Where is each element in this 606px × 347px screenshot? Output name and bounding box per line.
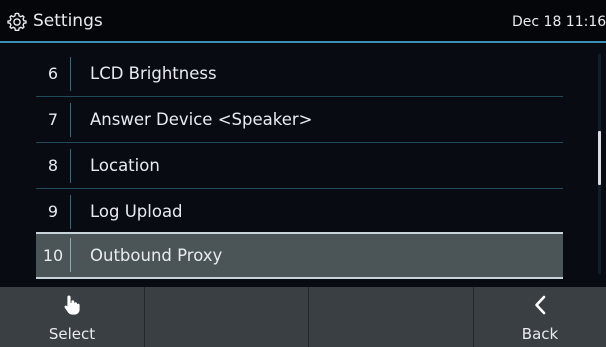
select-label: Select <box>48 325 96 343</box>
list-item-index: 9 <box>47 202 59 221</box>
hand-pointer-icon <box>64 295 80 315</box>
list-item-index: 10 <box>42 246 64 265</box>
list-item-index: 8 <box>47 156 59 175</box>
select-softkey[interactable]: Select <box>0 287 145 347</box>
divider <box>70 195 71 229</box>
back-softkey[interactable]: Back <box>474 287 606 347</box>
header-bar: Settings Dec 18 11:16 <box>0 0 606 43</box>
list-item-label: Location <box>90 156 160 175</box>
list-item-index: 6 <box>47 64 59 83</box>
softkey-bar: Select Back <box>0 287 606 347</box>
gear-icon <box>7 12 27 32</box>
chevron-left-icon <box>535 295 546 315</box>
empty-softkey[interactable] <box>145 287 309 347</box>
list-item-label: LCD Brightness <box>90 64 217 83</box>
list-item[interactable]: 7 Answer Device <Speaker> <box>36 97 563 143</box>
list-item-label: Log Upload <box>90 202 183 221</box>
list-item-selected[interactable]: 10 Outbound Proxy <box>36 232 563 279</box>
list-item-label: Answer Device <Speaker> <box>90 110 313 129</box>
divider <box>70 149 71 183</box>
list-item[interactable]: 8 Location <box>36 143 563 189</box>
back-label: Back <box>521 325 559 343</box>
divider <box>70 103 71 137</box>
list-item[interactable]: 9 Log Upload <box>36 189 563 235</box>
settings-list: 6 LCD Brightness 7 Answer Device <Speake… <box>36 51 563 281</box>
list-item-index: 7 <box>47 110 59 129</box>
scrollbar-thumb[interactable] <box>598 131 601 185</box>
list-item[interactable]: 6 LCD Brightness <box>36 51 563 97</box>
settings-screen: Settings Dec 18 11:16 6 LCD Brightness 7… <box>0 0 606 347</box>
clock: Dec 18 11:16 <box>512 14 606 30</box>
divider <box>70 238 71 272</box>
divider <box>70 57 71 91</box>
page-title: Settings <box>33 11 103 31</box>
empty-softkey[interactable] <box>309 287 474 347</box>
list-item-label: Outbound Proxy <box>90 246 223 265</box>
